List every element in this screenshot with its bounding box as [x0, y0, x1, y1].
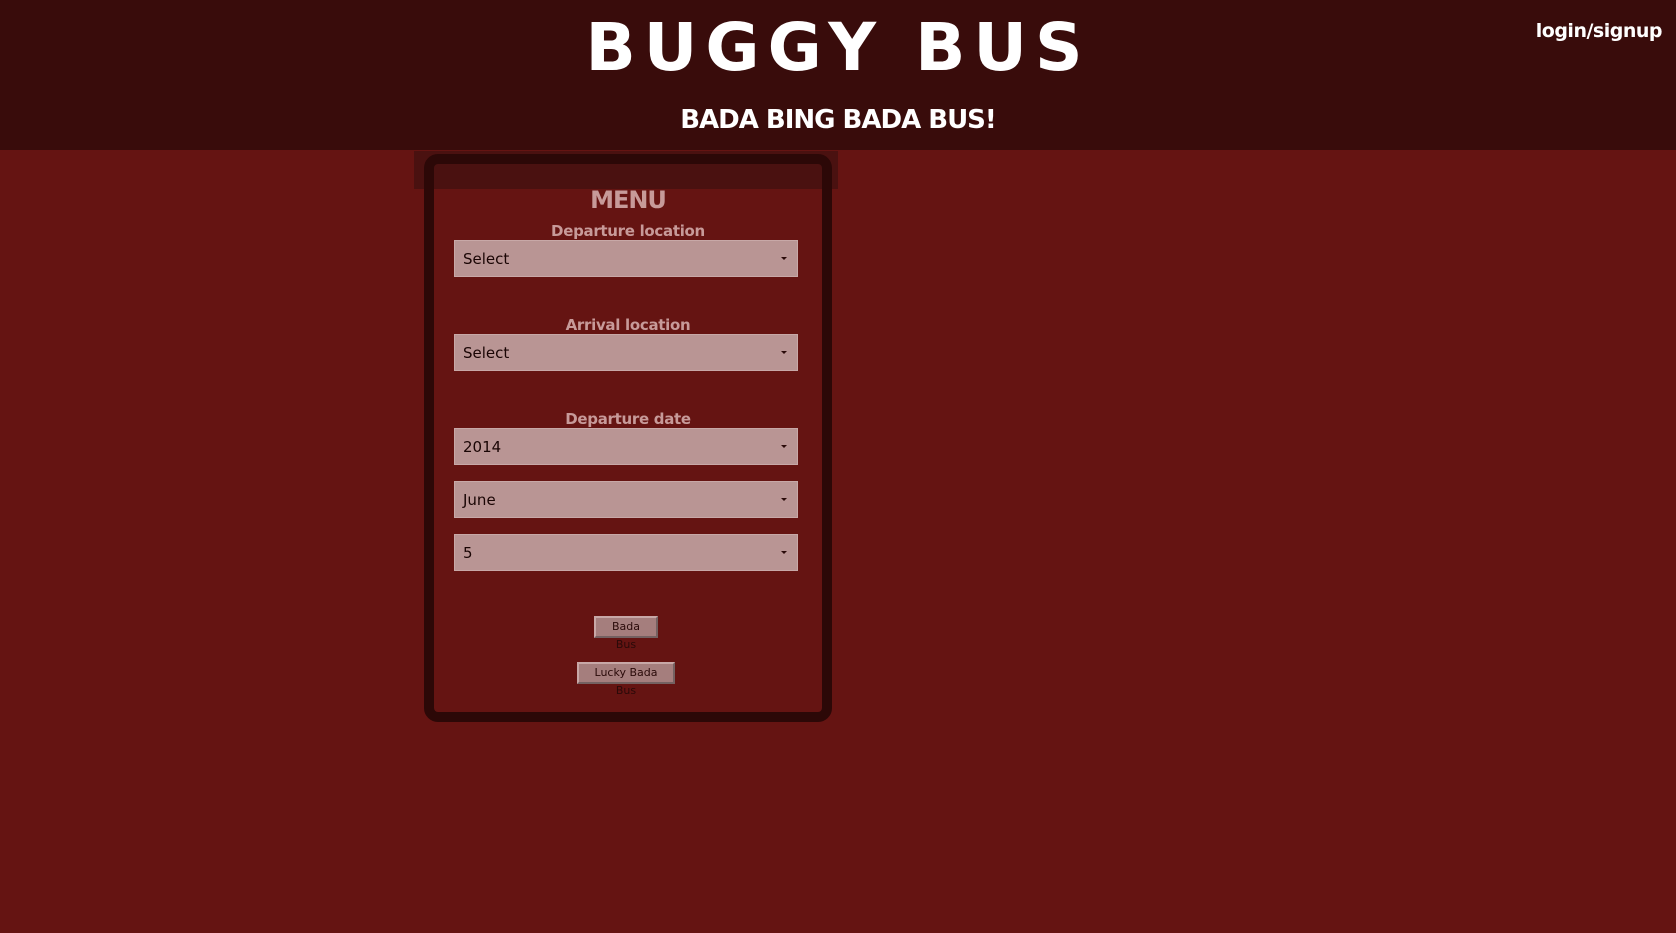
departure-date-label: Departure date [565, 410, 691, 428]
departure-day-select[interactable]: 5 [454, 534, 798, 571]
chevron-down-icon [781, 351, 787, 354]
chevron-down-icon [781, 445, 787, 448]
arrival-location-label: Arrival location [565, 316, 691, 334]
departure-month-select[interactable]: June [454, 481, 798, 518]
departure-month-value: June [463, 491, 496, 509]
menu-title: MENU [590, 186, 667, 214]
bada-bus-button[interactable]: Bada Bus [594, 616, 658, 651]
lucky-bada-bus-button[interactable]: Lucky Bada Bus [577, 662, 675, 697]
chevron-down-icon [781, 498, 787, 501]
arrival-location-select[interactable]: Select [454, 334, 798, 371]
site-tagline: BADA BING BADA BUS! [680, 105, 997, 135]
departure-location-select[interactable]: Select [454, 240, 798, 277]
departure-day-value: 5 [463, 544, 473, 562]
site-header: BUGGY BUS BADA BING BADA BUS! login/sign… [0, 0, 1676, 150]
menu-panel: MENU Departure location Select Arrival l… [424, 154, 832, 722]
departure-year-select[interactable]: 2014 [454, 428, 798, 465]
departure-location-value: Select [463, 250, 510, 268]
login-signup-link[interactable]: login/signup [1536, 20, 1663, 42]
site-title: BUGGY BUS [585, 9, 1091, 86]
arrival-location-value: Select [463, 344, 510, 362]
departure-location-label: Departure location [551, 222, 705, 240]
chevron-down-icon [781, 257, 787, 260]
chevron-down-icon [781, 551, 787, 554]
departure-year-value: 2014 [463, 438, 502, 456]
